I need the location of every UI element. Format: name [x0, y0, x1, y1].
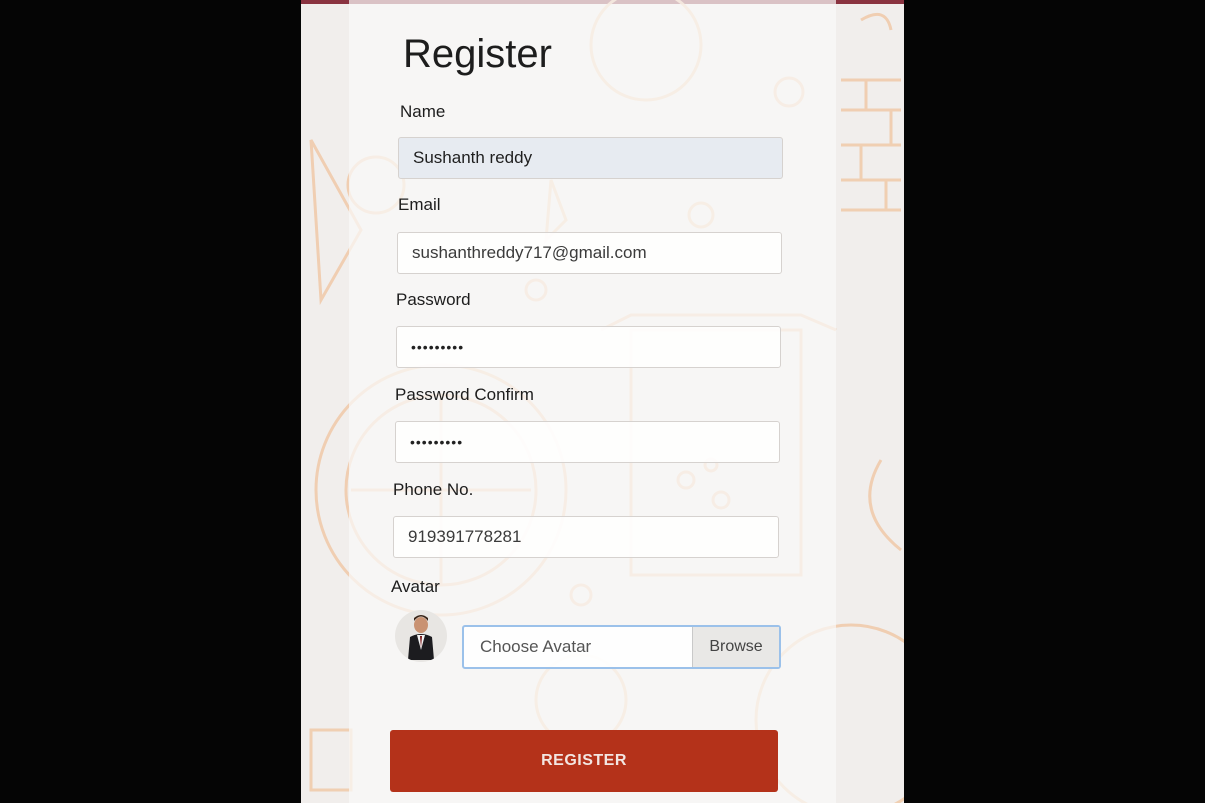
avatar-preview	[395, 610, 447, 662]
password-input[interactable]	[396, 326, 781, 368]
page-title: Register	[403, 32, 552, 76]
password-label: Password	[396, 290, 471, 309]
password-confirm-input[interactable]	[395, 421, 780, 463]
register-button[interactable]: REGISTER	[390, 730, 778, 792]
phone-label: Phone No.	[393, 480, 474, 499]
password-confirm-label: Password Confirm	[395, 385, 534, 404]
phone-input[interactable]	[393, 516, 779, 558]
email-input[interactable]	[397, 232, 782, 274]
businessman-avatar-icon	[408, 615, 434, 660]
name-input[interactable]	[398, 137, 783, 179]
avatar-label: Avatar	[391, 577, 440, 596]
device-screen: Register Name Email Password Password Co…	[301, 0, 904, 803]
email-label: Email	[398, 195, 441, 214]
name-label: Name	[400, 102, 446, 121]
avatar-file-input[interactable]: Choose Avatar Browse	[462, 625, 781, 669]
browse-button[interactable]: Browse	[692, 627, 779, 667]
avatar-file-placeholder[interactable]: Choose Avatar	[464, 627, 692, 667]
